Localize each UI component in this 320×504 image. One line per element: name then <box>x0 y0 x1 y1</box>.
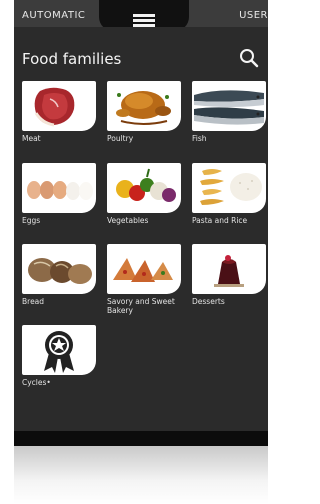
tile-label: Desserts <box>192 297 225 306</box>
tile-label: Pasta and Rice <box>192 216 248 225</box>
roast-chicken-image <box>107 81 181 131</box>
tile-desserts[interactable]: Desserts <box>192 244 266 306</box>
tile-eggs[interactable]: Eggs <box>22 163 96 225</box>
tile-bread[interactable]: Bread <box>22 244 96 306</box>
bread-image <box>22 244 96 294</box>
bottom-bar <box>14 431 268 446</box>
hamburger-menu-icon[interactable] <box>133 14 155 27</box>
tile-label: Eggs <box>22 216 41 225</box>
oven-screen: AUTOMATIC USER Food families Meat Poultr… <box>14 0 268 504</box>
tile-label: Savory and Sweet Bakery <box>107 297 175 315</box>
user-mode-tab[interactable]: USER <box>239 10 268 21</box>
meat-steak-image <box>22 81 96 131</box>
fish-image <box>192 81 266 131</box>
tile-vegetables[interactable]: Vegetables <box>107 163 181 225</box>
tile-label: Vegetables <box>107 216 149 225</box>
food-families-panel: Food families Meat Poultry Fish Eggs Veg… <box>14 27 268 431</box>
tile-label: Cycles• <box>22 378 51 387</box>
tile-label: Fish <box>192 134 207 143</box>
search-icon[interactable] <box>238 47 260 69</box>
pasta-rice-image <box>192 163 266 213</box>
automatic-mode-tab[interactable]: AUTOMATIC <box>22 10 85 21</box>
vegetables-image <box>107 163 181 213</box>
screen-reflection <box>14 446 268 504</box>
bakery-image <box>107 244 181 294</box>
tile-meat[interactable]: Meat <box>22 81 96 143</box>
eggs-image <box>22 163 96 213</box>
tile-bakery[interactable]: Savory and Sweet Bakery <box>107 244 181 315</box>
tile-cycles[interactable]: Cycles• <box>22 325 96 387</box>
award-ribbon-icon <box>22 325 96 375</box>
tile-label: Bread <box>22 297 45 306</box>
tile-label: Poultry <box>107 134 134 143</box>
tile-label: Meat <box>22 134 41 143</box>
tile-pasta-rice[interactable]: Pasta and Rice <box>192 163 266 225</box>
tile-poultry[interactable]: Poultry <box>107 81 181 143</box>
dessert-image <box>192 244 266 294</box>
tile-fish[interactable]: Fish <box>192 81 266 143</box>
page-title: Food families <box>22 50 122 68</box>
